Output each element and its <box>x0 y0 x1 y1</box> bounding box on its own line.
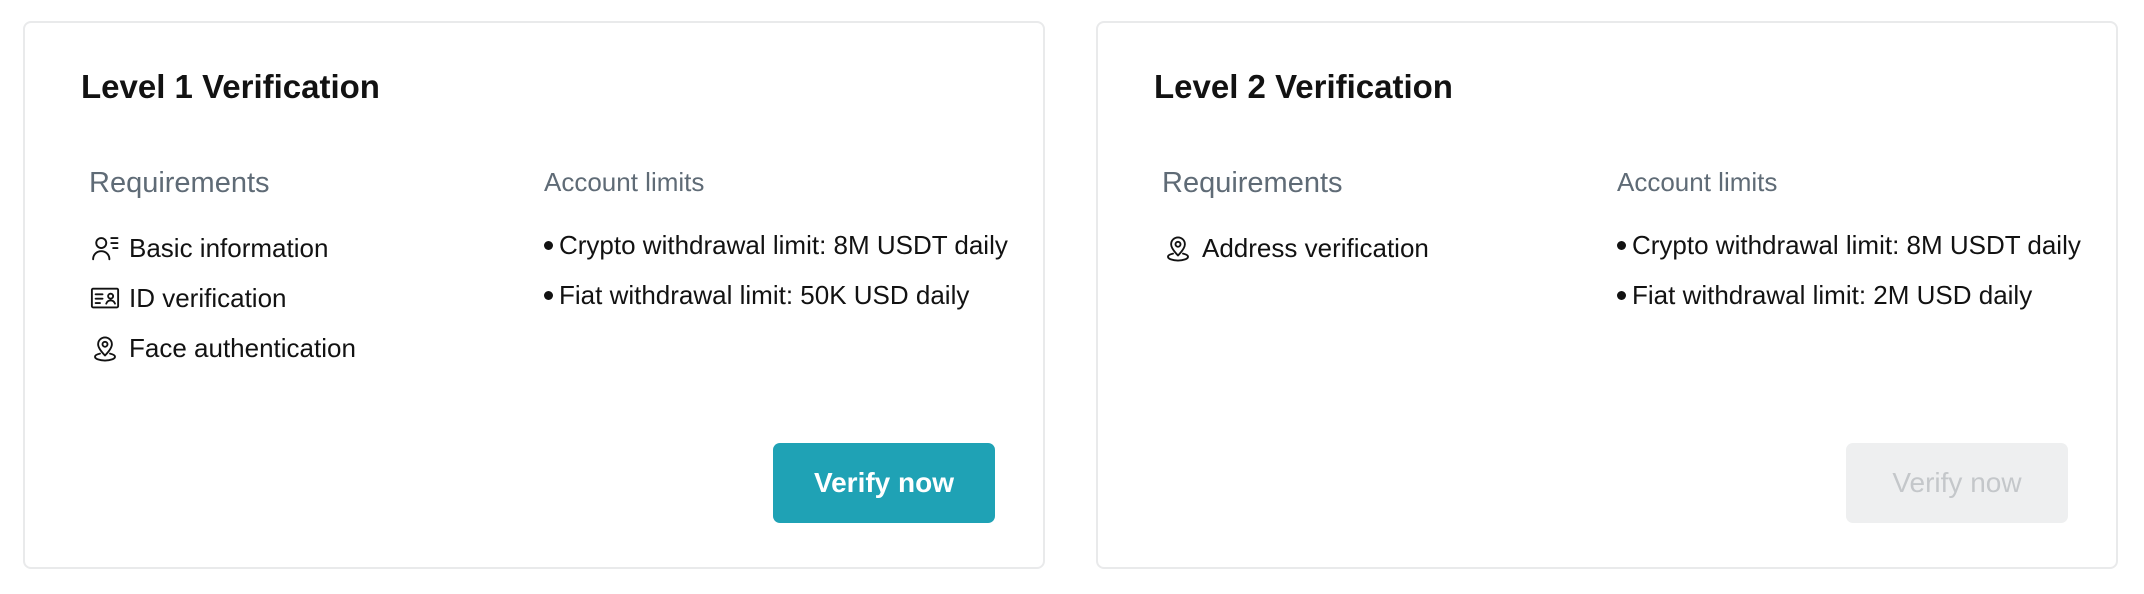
bullet-icon <box>544 290 553 300</box>
requirement-item: ID verification <box>89 273 529 323</box>
card-title: Level 1 Verification <box>81 68 380 105</box>
card-title: Level 2 Verification <box>1154 68 1453 105</box>
limits-heading: Account limits <box>1617 167 1778 197</box>
limit-label: Fiat withdrawal limit: 2M USD daily <box>1632 279 2033 310</box>
verify-now-button-disabled[interactable]: Verify now <box>1846 443 2068 523</box>
limit-item: Crypto withdrawal limit: 8M USDT daily <box>1617 220 2087 270</box>
limit-item: Fiat withdrawal limit: 50K USD daily <box>544 270 1014 320</box>
limit-item: Fiat withdrawal limit: 2M USD daily <box>1617 270 2087 320</box>
requirements-section: Requirements Address verification <box>1162 163 1602 273</box>
requirement-label: Basic information <box>129 232 329 263</box>
limit-label: Crypto withdrawal limit: 8M USDT daily <box>559 229 1008 260</box>
user-id-icon <box>89 232 121 264</box>
requirement-label: ID verification <box>129 282 287 313</box>
account-limits-section: Account limits Crypto withdrawal limit: … <box>1617 164 2087 320</box>
requirements-section: Requirements Basic information ID verifi… <box>89 163 529 373</box>
bullet-icon <box>1617 240 1626 250</box>
requirement-label: Address verification <box>1202 232 1429 263</box>
location-pin-icon <box>1162 232 1194 264</box>
location-pin-icon <box>89 332 121 364</box>
requirements-heading: Requirements <box>89 167 270 199</box>
account-limits-section: Account limits Crypto withdrawal limit: … <box>544 164 1014 320</box>
level-1-card: Level 1 Verification Requirements Basic … <box>23 21 1045 569</box>
level-2-card: Level 2 Verification Requirements Addres… <box>1096 21 2118 569</box>
requirement-item: Address verification <box>1162 223 1602 273</box>
requirement-item: Basic information <box>89 223 529 273</box>
verify-now-button[interactable]: Verify now <box>773 443 995 523</box>
requirements-heading: Requirements <box>1162 167 1343 199</box>
bullet-icon <box>544 240 553 250</box>
requirement-item: Face authentication <box>89 323 529 373</box>
limit-label: Crypto withdrawal limit: 8M USDT daily <box>1632 229 2081 260</box>
verification-levels: Level 1 Verification Requirements Basic … <box>0 0 2144 594</box>
limit-item: Crypto withdrawal limit: 8M USDT daily <box>544 220 1014 270</box>
id-card-icon <box>89 282 121 314</box>
limits-heading: Account limits <box>544 167 705 197</box>
limit-label: Fiat withdrawal limit: 50K USD daily <box>559 279 970 310</box>
bullet-icon <box>1617 290 1626 300</box>
requirement-label: Face authentication <box>129 332 356 363</box>
